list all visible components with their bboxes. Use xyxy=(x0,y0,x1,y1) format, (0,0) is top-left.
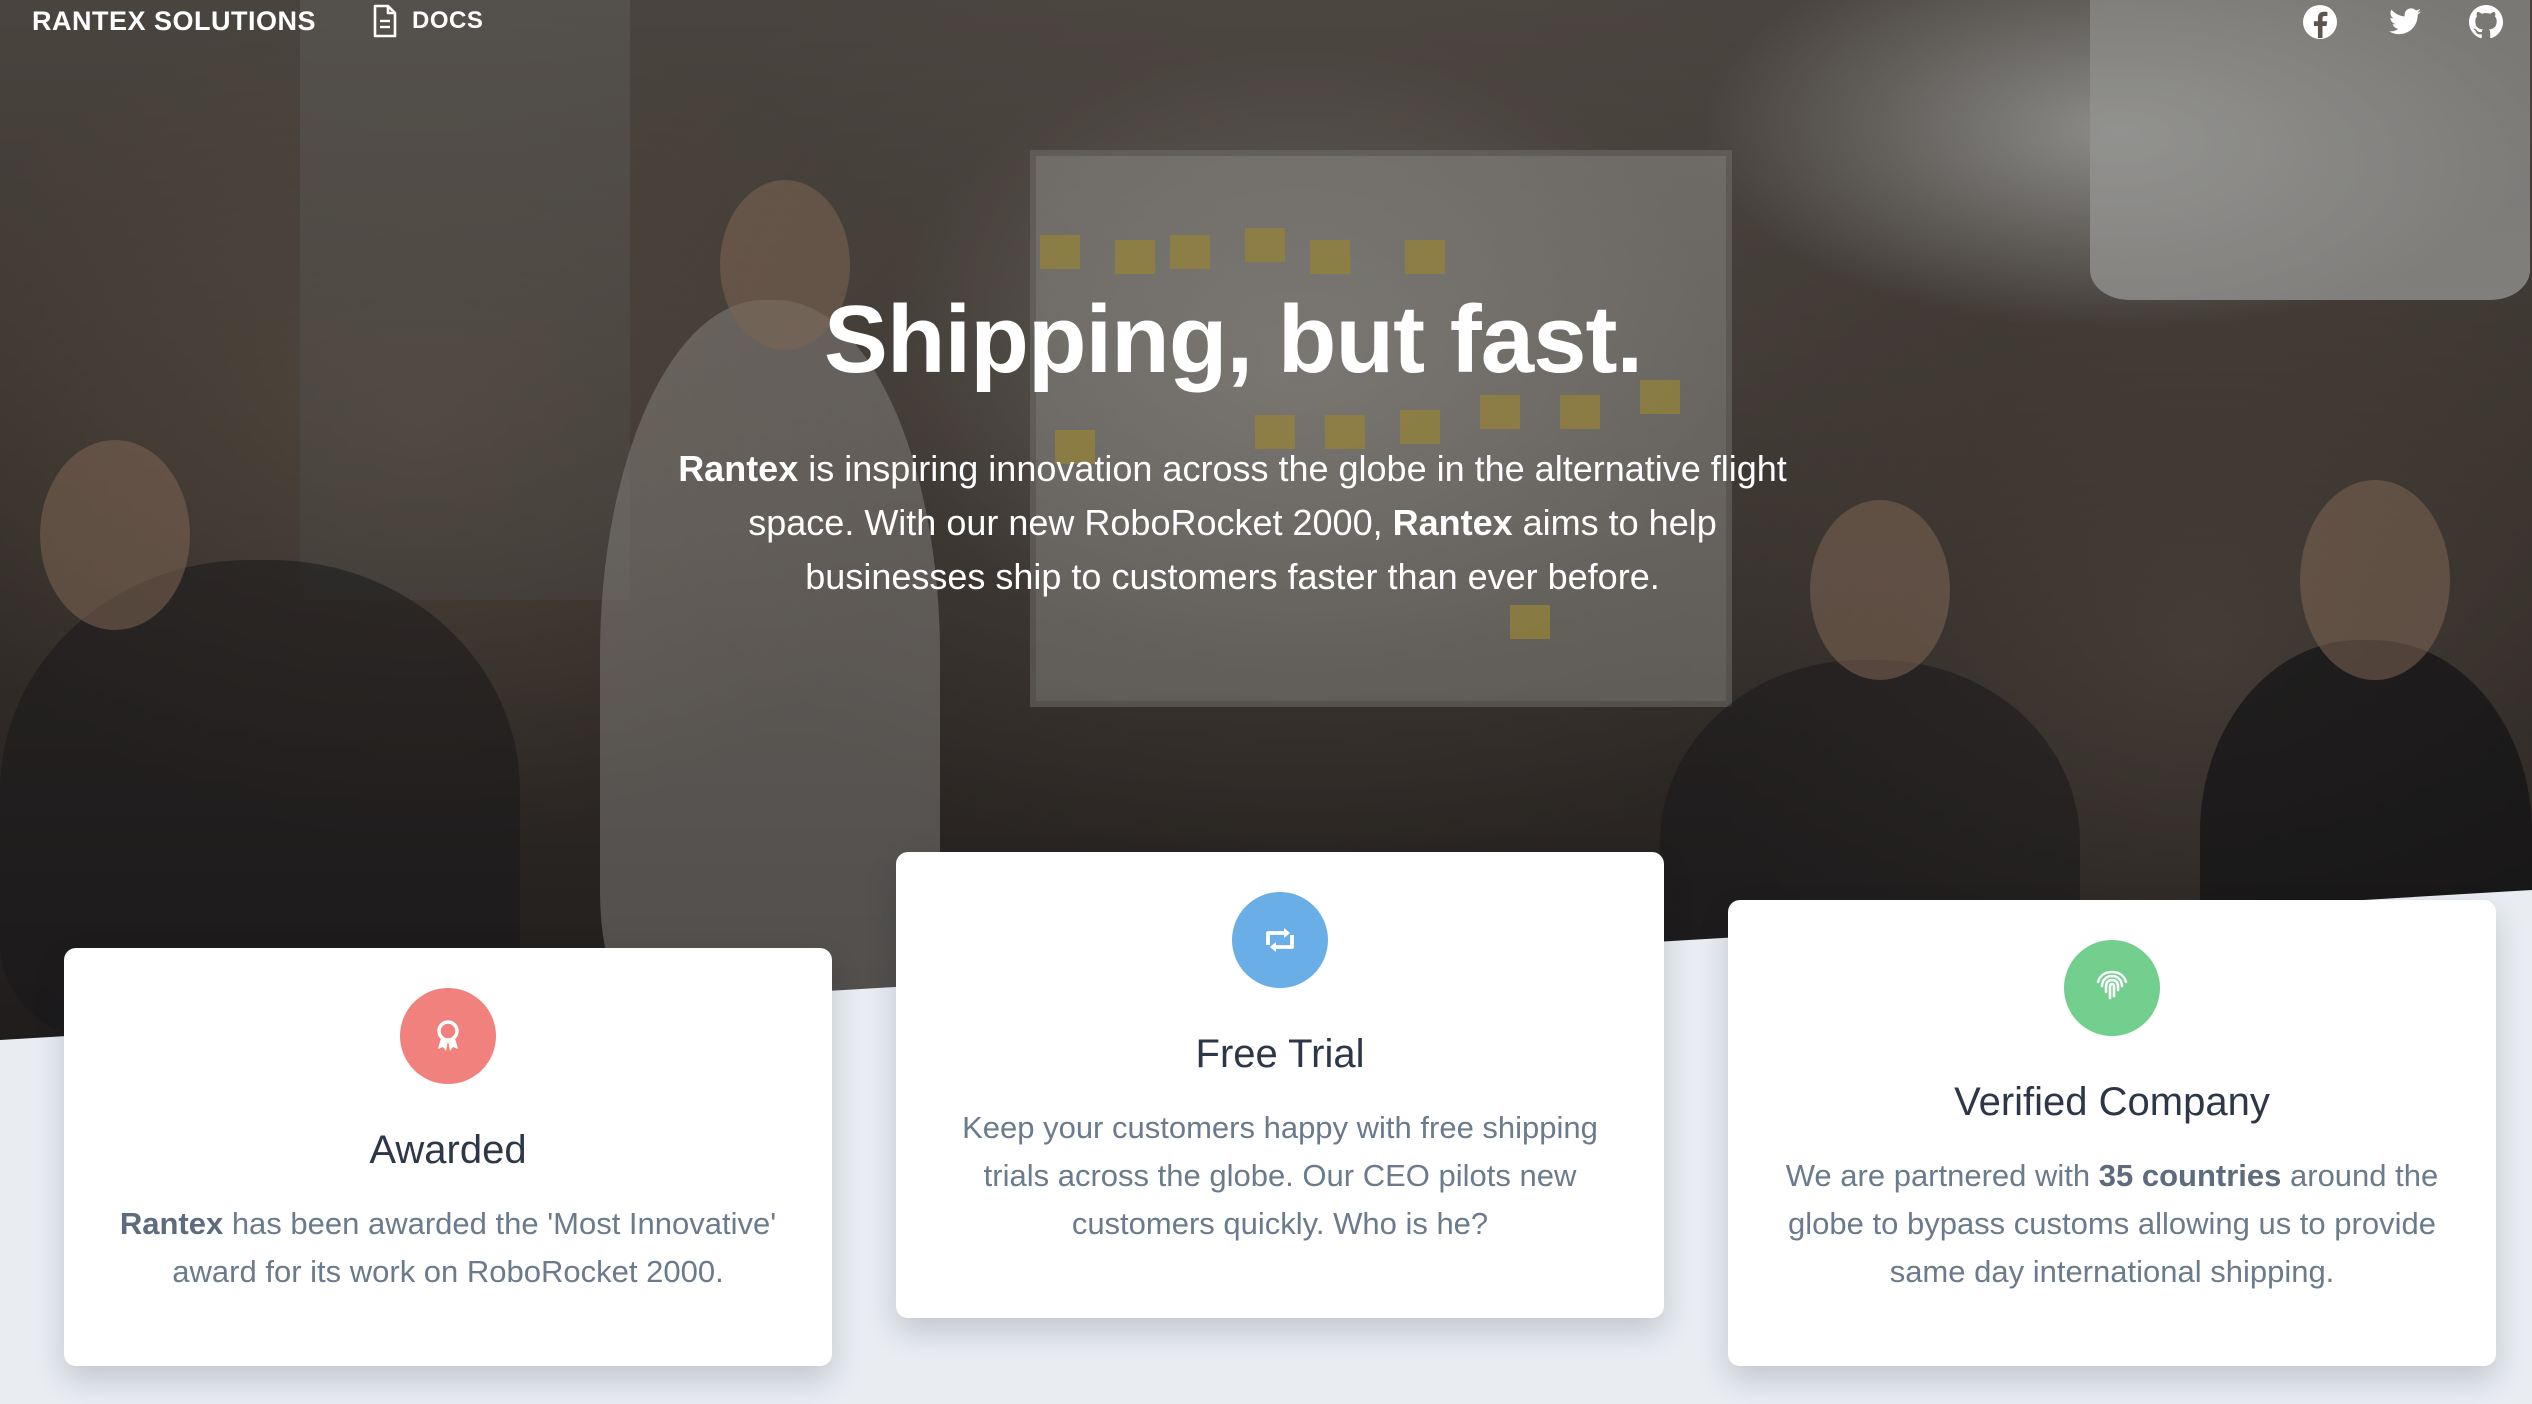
card-title: Awarded xyxy=(369,1128,527,1172)
card-brand-mention: Rantex xyxy=(119,1206,224,1241)
fingerprint-icon xyxy=(2096,970,2128,1000)
card-description: Rantex has been awarded the 'Most Innova… xyxy=(104,1200,792,1296)
card-icon-circle xyxy=(1232,892,1328,988)
hero-text-segment: businesses ship to customers faster than… xyxy=(805,556,1660,597)
document-icon xyxy=(373,4,397,38)
feature-card-free-trial: Free Trial Keep your customers happy wit… xyxy=(896,852,1664,1318)
card-description: We are partnered with 35 countries aroun… xyxy=(1768,1152,2456,1296)
twitter-icon[interactable] xyxy=(2384,2,2424,42)
card-description-text: has been awarded the 'Most Innovative' a… xyxy=(172,1206,777,1289)
card-icon-circle xyxy=(2064,940,2160,1036)
github-icon[interactable] xyxy=(2466,2,2506,42)
hero-description: Rantex is inspiring innovation across th… xyxy=(665,442,1800,604)
hero-brand-mention: Rantex xyxy=(1392,502,1513,543)
hero-text-segment: space. With our new RoboRocket 2000, xyxy=(748,502,1393,543)
facebook-icon[interactable] xyxy=(2300,2,2340,42)
card-highlight: 35 countries xyxy=(2098,1158,2282,1193)
hero-text-segment: aims to help xyxy=(1512,502,1717,543)
brand-logo-text[interactable]: RANTEX SOLUTIONS xyxy=(32,6,316,37)
feature-card-verified-company: Verified Company We are partnered with 3… xyxy=(1728,900,2496,1366)
card-icon-circle xyxy=(400,988,496,1084)
card-description-text: We are partnered with xyxy=(1785,1158,2099,1193)
card-title: Free Trial xyxy=(1195,1032,1365,1076)
top-navbar: RANTEX SOLUTIONS DOCS xyxy=(0,0,2532,50)
hero-text-segment: is inspiring innovation across the globe… xyxy=(798,448,1787,489)
retweet-icon xyxy=(1266,928,1294,952)
docs-link[interactable]: DOCS xyxy=(372,4,483,38)
hero-brand-mention: Rantex xyxy=(678,448,799,489)
award-icon xyxy=(437,1020,459,1051)
feature-card-awarded: Awarded Rantex has been awarded the 'Mos… xyxy=(64,948,832,1366)
card-title: Verified Company xyxy=(1954,1080,2270,1124)
card-description: Keep your customers happy with free ship… xyxy=(962,1110,1598,1241)
docs-link-label: DOCS xyxy=(412,7,484,34)
hero-title: Shipping, but fast. xyxy=(823,286,1643,393)
